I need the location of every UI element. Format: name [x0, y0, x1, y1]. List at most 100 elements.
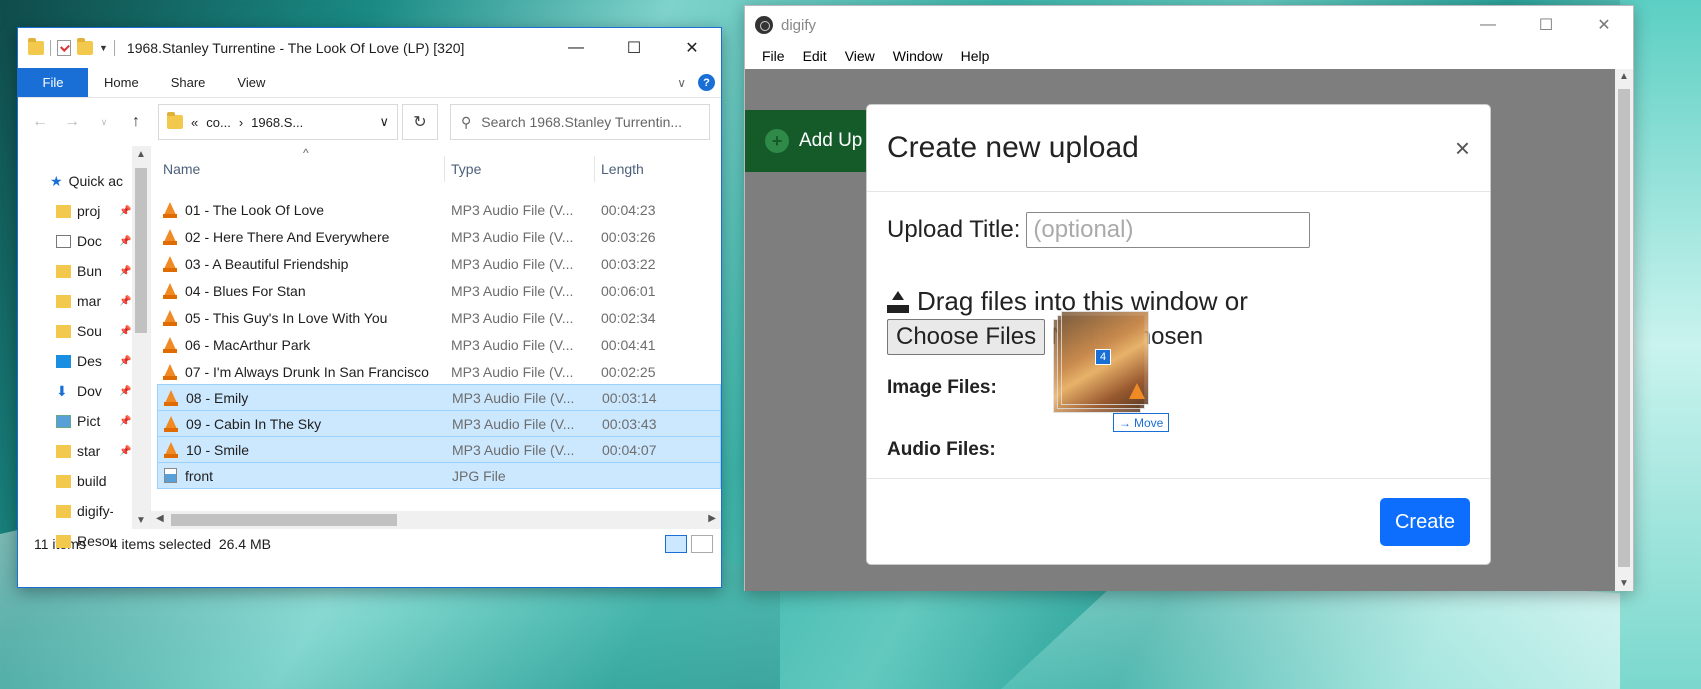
scroll-thumb[interactable]: [1618, 89, 1630, 567]
vlc-icon: [163, 363, 177, 380]
address-bar[interactable]: « co... › 1968.S... ∨: [158, 104, 398, 140]
tab-home[interactable]: Home: [88, 75, 155, 90]
modal-body: Upload Title: Drag files into this windo…: [867, 192, 1490, 479]
up-arrow-icon[interactable]: ↑: [122, 113, 150, 131]
breadcrumb-part[interactable]: co...: [206, 115, 231, 130]
view-toggle: [665, 535, 721, 553]
address-overflow[interactable]: «: [191, 115, 198, 130]
help-icon[interactable]: ?: [698, 74, 715, 91]
nav-item[interactable]: star 📌: [18, 436, 150, 466]
file-name: 06 - MacArthur Park: [185, 336, 311, 353]
chevron-down-icon[interactable]: ∨: [379, 114, 389, 130]
nav-item[interactable]: Resour: [18, 526, 150, 556]
tab-view[interactable]: View: [221, 75, 281, 90]
large-icons-view-button[interactable]: [691, 535, 713, 553]
nav-item-label: Sou: [77, 323, 102, 339]
nav-scrollbar[interactable]: ▲ ▼: [132, 146, 150, 529]
nav-item[interactable]: ⬇ Dov 📌: [18, 376, 150, 406]
horizontal-scrollbar[interactable]: ◀ ▶: [151, 511, 721, 529]
scroll-down-icon[interactable]: ▼: [1619, 578, 1629, 589]
upload-title-input[interactable]: [1026, 212, 1311, 248]
nav-item-label: build: [77, 473, 107, 489]
image-file-icon: [164, 468, 177, 483]
minimize-button[interactable]: —: [1459, 6, 1517, 44]
nav-item[interactable]: Doc 📌: [18, 226, 150, 256]
navigation-pane: ★ Quick ac proj 📌 Doc 📌 Bun 📌 mar 📌 Sou 📌 Des 📌 ⬇ Dov 📌 P…: [18, 146, 151, 549]
nav-item[interactable]: Bun 📌: [18, 256, 150, 286]
app-scrollbar[interactable]: ▲ ▼: [1615, 69, 1633, 591]
choose-files-button[interactable]: Choose Files: [887, 319, 1046, 355]
scroll-thumb[interactable]: [135, 168, 147, 333]
menu-window[interactable]: Window: [884, 48, 952, 64]
column-header-name[interactable]: Name: [157, 156, 445, 182]
drag-preview: 4: [1053, 311, 1153, 413]
modal-footer: Create: [867, 479, 1490, 565]
file-row[interactable]: 07 - I'm Always Drunk In San Francisco MP…: [157, 358, 721, 385]
tab-share[interactable]: Share: [155, 75, 222, 90]
file-length: 00:04:23: [601, 201, 656, 218]
window-controls: — ☐ ✕: [547, 28, 721, 68]
minimize-button[interactable]: —: [547, 28, 605, 68]
search-box[interactable]: ⚲ Search 1968.Stanley Turrentin...: [450, 104, 710, 140]
file-row[interactable]: front JPG File: [157, 462, 721, 489]
nav-item[interactable]: Des 📌: [18, 346, 150, 376]
nav-item[interactable]: build: [18, 466, 150, 496]
nav-item-label: Pict: [77, 413, 101, 429]
close-button[interactable]: ✕: [1575, 6, 1633, 44]
forward-arrow-icon[interactable]: →: [58, 113, 86, 131]
back-arrow-icon[interactable]: ←: [26, 113, 54, 131]
file-row[interactable]: 06 - MacArthur Park MP3 Audio File (V... 0…: [157, 331, 721, 358]
file-name-cell: 02 - Here There And Everywhere: [157, 228, 445, 245]
scroll-right-icon[interactable]: ▶: [708, 513, 716, 524]
tab-file[interactable]: File: [18, 68, 88, 97]
nav-item[interactable]: mar 📌: [18, 286, 150, 316]
expand-ribbon-icon[interactable]: ∨: [677, 76, 686, 90]
maximize-button[interactable]: ☐: [605, 28, 663, 68]
scroll-left-icon[interactable]: ◀: [156, 513, 164, 524]
nav-item[interactable]: ★ Quick ac: [18, 166, 150, 196]
file-row[interactable]: 01 - The Look Of Love MP3 Audio File (V..…: [157, 196, 721, 223]
file-name: 03 - A Beautiful Friendship: [185, 255, 349, 272]
nav-item[interactable]: proj 📌: [18, 196, 150, 226]
refresh-button[interactable]: ↻: [402, 104, 438, 140]
upload-title-label: Upload Title:: [887, 216, 1021, 243]
vlc-icon: [163, 336, 177, 353]
close-button[interactable]: ✕: [663, 28, 721, 68]
column-header-type[interactable]: Type: [445, 156, 595, 182]
menu-file[interactable]: File: [753, 48, 794, 64]
recent-locations-icon[interactable]: ∨: [90, 117, 118, 128]
file-row[interactable]: 08 - Emily MP3 Audio File (V... 00:03:14: [157, 384, 721, 411]
vlc-icon: [163, 201, 177, 218]
file-row[interactable]: 05 - This Guy's In Love With You MP3 Audi…: [157, 304, 721, 331]
details-view-button[interactable]: [665, 535, 687, 553]
breadcrumb-part[interactable]: 1968.S...: [251, 115, 303, 130]
menu-view[interactable]: View: [836, 48, 884, 64]
scroll-thumb[interactable]: [171, 514, 397, 526]
scroll-up-icon[interactable]: ▲: [136, 149, 146, 160]
file-row[interactable]: 10 - Smile MP3 Audio File (V... 00:04:07: [157, 436, 721, 463]
file-row[interactable]: 04 - Blues For Stan MP3 Audio File (V... 0…: [157, 277, 721, 304]
file-type: MP3 Audio File (V...: [451, 201, 574, 218]
search-input[interactable]: Search 1968.Stanley Turrentin...: [481, 114, 682, 130]
maximize-button[interactable]: ☐: [1517, 6, 1575, 44]
file-row[interactable]: 03 - A Beautiful Friendship MP3 Audio Fil…: [157, 250, 721, 277]
nav-item-label: Quick ac: [68, 173, 124, 189]
chevron-down-icon[interactable]: ▼: [99, 43, 108, 53]
scroll-down-icon[interactable]: ▼: [136, 515, 146, 526]
scroll-up-icon[interactable]: ▲: [1619, 71, 1629, 82]
close-icon[interactable]: ×: [1455, 133, 1470, 164]
file-row[interactable]: 02 - Here There And Everywhere MP3 Audio …: [157, 223, 721, 250]
menu-bar: File Edit View Window Help: [745, 44, 1633, 68]
menu-edit[interactable]: Edit: [794, 48, 836, 64]
folder-icon: [56, 534, 71, 548]
nav-item[interactable]: Sou 📌: [18, 316, 150, 346]
column-header-length[interactable]: Length: [595, 156, 644, 182]
drag-instructions: Drag files into this window or: [887, 286, 1470, 317]
new-folder-icon[interactable]: [77, 38, 93, 55]
file-row[interactable]: 09 - Cabin In The Sky MP3 Audio File (V..…: [157, 410, 721, 437]
nav-item[interactable]: digify-: [18, 496, 150, 526]
properties-icon[interactable]: [57, 40, 71, 56]
nav-item[interactable]: Pict 📌: [18, 406, 150, 436]
create-button[interactable]: Create: [1380, 498, 1470, 546]
menu-help[interactable]: Help: [952, 48, 999, 64]
